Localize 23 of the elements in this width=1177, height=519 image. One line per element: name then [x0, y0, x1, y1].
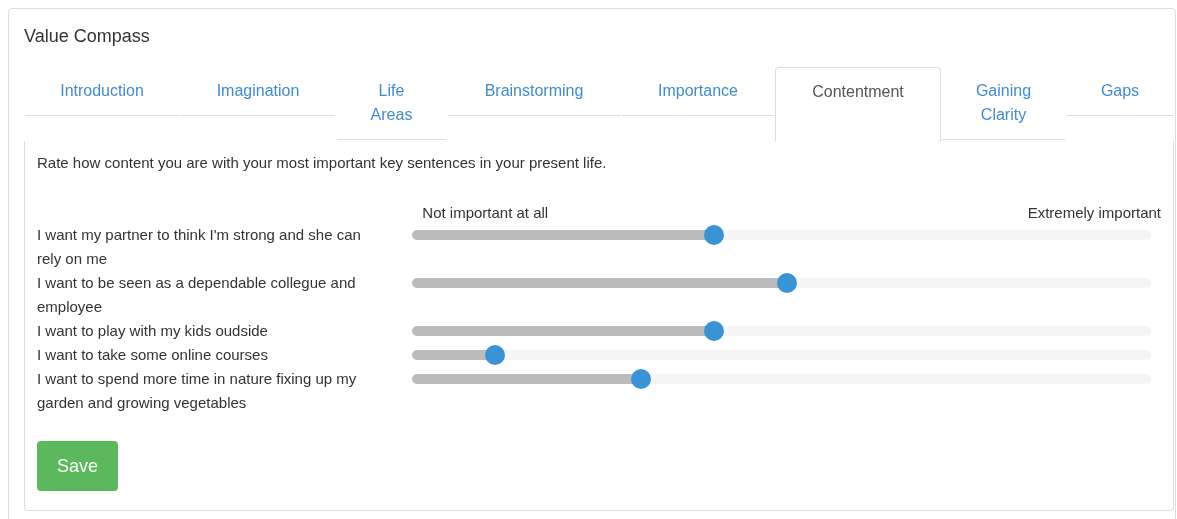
- tab[interactable]: Brainstorming: [448, 67, 620, 116]
- tab[interactable]: Contentment: [775, 67, 941, 142]
- instruction-text: Rate how content you are with your most important key sentences in your present life.: [37, 153, 608, 173]
- tab[interactable]: Imagination: [181, 67, 335, 116]
- tab[interactable]: Importance: [622, 67, 774, 116]
- sentence-label: I want to spend more time in nature fixing up my garden and growing vegetables: [37, 369, 358, 413]
- sentence-label: I want my partner to think I'm strong and she can rely on me: [37, 225, 362, 269]
- sentence-label: I want to be seen as a dependable collegue and employee: [37, 273, 357, 317]
- slider-thumb[interactable]: [630, 369, 651, 389]
- scale-max-label: Extremely important: [1027, 203, 1161, 223]
- save-button[interactable]: Save: [37, 441, 118, 491]
- scale-min-label: Not important at all: [422, 203, 549, 223]
- slider-thumb[interactable]: [703, 225, 724, 245]
- sentence-label: I want to take some online courses: [37, 345, 269, 365]
- tab[interactable]: Life Areas: [337, 67, 446, 140]
- tab[interactable]: Gaps: [1067, 67, 1173, 116]
- panel-title: Value Compass: [24, 25, 151, 47]
- slider-thumb[interactable]: [703, 321, 724, 341]
- sentence-label: I want to play with my kids oudside: [37, 321, 269, 341]
- slider-thumb[interactable]: [485, 345, 506, 365]
- tab[interactable]: Gaining Clarity: [942, 67, 1065, 140]
- tab[interactable]: Introduction: [25, 67, 179, 116]
- slider-thumb[interactable]: [776, 273, 797, 293]
